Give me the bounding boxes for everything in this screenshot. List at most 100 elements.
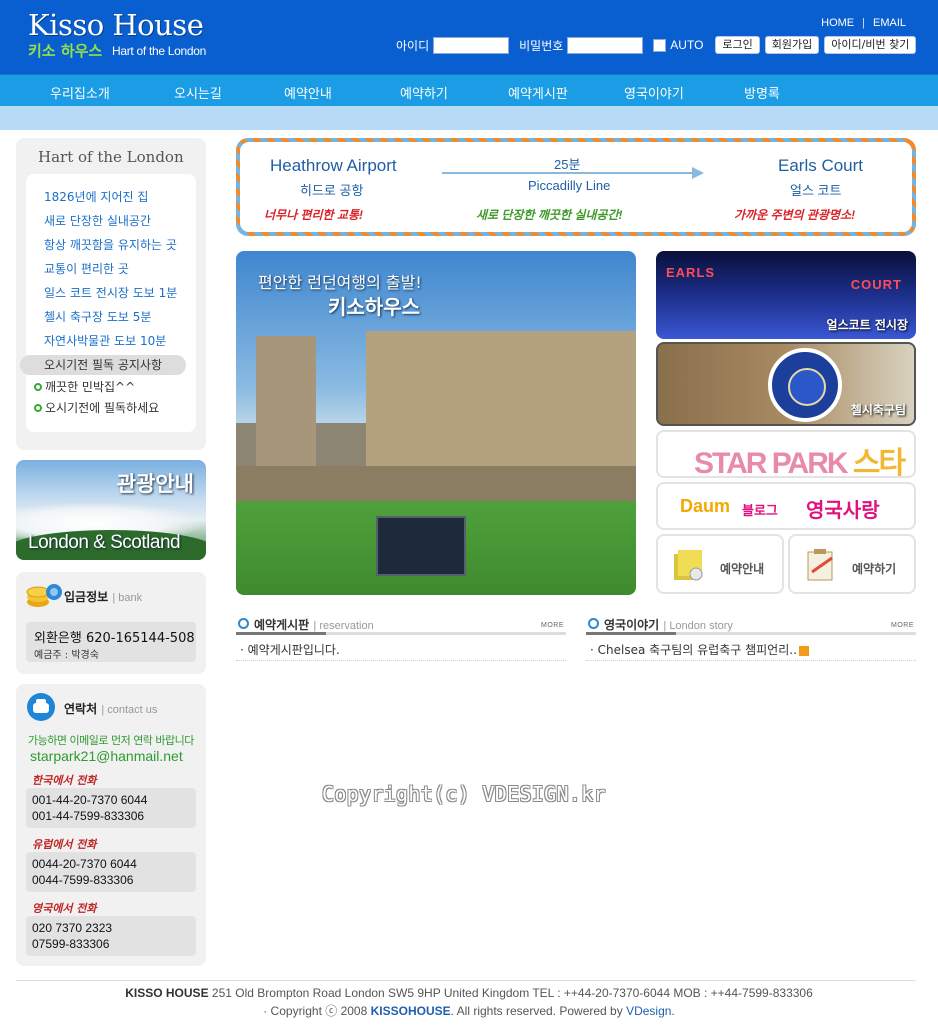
intro-title: Hart of the London [38,148,184,166]
home-link[interactable]: HOME [821,17,854,29]
footer-divider [16,980,916,981]
feature-item[interactable]: 자연사박물관 도보 10분 [44,332,166,349]
phone-number: 020 7370 2323 [32,921,113,935]
arrow-right-icon [442,167,704,179]
to-station-korean: 얼스 코트 [790,183,842,198]
phone-number: 0044-20-7370 6044 [32,857,137,871]
more-button[interactable]: MORE [891,622,914,629]
feature-item[interactable]: 교통이 편리한 곳 [44,260,129,277]
notice-item[interactable]: 깨끗한 민박집^^ [34,378,135,395]
powered-by-link[interactable]: VDesign [626,1004,671,1018]
banner-caption: 첼시축구팀 [850,403,906,417]
feature-item[interactable]: 새로 단장한 실내공간 [44,212,151,229]
notice-title[interactable]: 오시기전 필독 공지사항 [20,355,186,375]
contact-title: 연락처 | contact us [64,702,158,716]
book-now-button[interactable]: 예약하기 [788,534,916,594]
logo-korean: 키소 하우스 [28,42,103,60]
chelsea-banner[interactable]: 첼시축구팀 [656,342,916,426]
sub-nav-bar [0,106,938,130]
feature-item[interactable]: 1826년에 지어진 집 [44,188,148,205]
from-station-korean: 히드로 공항 [300,183,364,198]
feature-item[interactable]: 항상 깨끗함을 유지하는 곳 [44,236,177,253]
notice-item[interactable]: 오시기전에 필독하세요 [34,399,159,416]
bullet-icon [34,383,42,391]
contact-box: 연락처 | contact us 가능하면 이메일로 먼저 연락 바랍니다 st… [16,684,206,966]
email-link[interactable]: EMAIL [873,17,906,29]
circle-icon [588,618,599,629]
main-photo: 편안한 런던여행의 출발! 키소하우스 [236,251,636,595]
list-item[interactable]: · Chelsea 축구팀의 유럽축구 챔피언리.. [586,635,916,661]
slogan: 가까운 주변의 관광명소! [734,208,856,222]
header: Kisso House 키소 하우스 Hart of the London HO… [0,0,938,74]
auto-login-label: AUTO [670,38,704,52]
phone-group-label: 유럽에서 전화 [32,838,97,851]
circle-icon [238,618,249,629]
nav-booking-board[interactable]: 예약게시판 [508,83,568,102]
bank-box: 입금정보 | bank 외환은행 620-165144-508 예금주 : 박경… [16,572,206,674]
login-button[interactable]: 로그인 [715,36,760,54]
nav-about[interactable]: 우리집소개 [50,83,110,102]
account-holder: 예금주 : 박경숙 [34,650,99,661]
password-input[interactable] [567,36,644,54]
find-account-button[interactable]: 아이디/비번 찾기 [824,36,917,54]
bank-title: 입금정보 | bank [64,590,143,604]
auto-login-checkbox[interactable] [653,38,667,52]
footer-copyright: · Copyright ⓒ 2008 KISSOHOUSE. All right… [263,1004,675,1018]
coins-icon [26,584,62,607]
main-photo-title: 키소하우스 [328,295,420,319]
logo[interactable]: Kisso House [28,8,204,42]
id-label: 아이디 [396,38,430,53]
from-station: Heathrow Airport [270,156,397,175]
to-station: Earls Court [778,156,864,175]
password-label: 비밀번호 [519,38,564,53]
nav-uk-story[interactable]: 영국이야기 [624,83,684,102]
phone-group-label: 영국에서 전화 [32,902,97,915]
booking-info-button[interactable]: 예약안내 [656,534,784,594]
tube-line: Piccadilly Line [528,178,611,193]
phone-box: 001-44-20-7370 6044 001-44-7599-833306 [26,788,196,828]
logo-tagline: Hart of the London [112,44,207,58]
feature-item[interactable]: 첼시 축구장 도보 5분 [44,308,151,325]
travel-time: 25분 [554,157,581,172]
id-input[interactable] [433,36,510,54]
banner-caption: 얼스코트 전시장 [826,318,908,332]
tour-subtitle: London & Scotland [28,532,181,553]
route-banner: Heathrow Airport 히드로 공항 25분 Piccadilly L… [236,138,916,236]
phone-icon [27,693,55,721]
top-links: HOME | EMAIL [821,17,906,29]
phone-number: 001-44-7599-833306 [32,809,145,823]
bullet-icon [34,404,42,412]
nav-booking-info[interactable]: 예약안내 [284,83,332,102]
login-form: 아이디 비밀번호 AUTO 로그인 회원가입 아이디/비번 찾기 [396,35,921,55]
list-item[interactable]: · 예약게시판입니다. [236,635,566,661]
tour-title: 관광안내 [116,472,194,496]
feature-item[interactable]: 일스 코트 전시장 도보 1분 [44,284,177,301]
more-button[interactable]: MORE [541,622,564,629]
clipboard-icon [807,549,833,581]
starpark-banner[interactable]: STAR PARK 스타박 [656,430,916,478]
phone-number: 07599-833306 [32,937,110,951]
contact-email[interactable]: starpark21@hanmail.net [30,748,183,764]
main-photo-caption: 편안한 런던여행의 출발! [258,273,422,292]
blog-banner[interactable]: Daum 블로그 영국사랑 [656,482,916,530]
phone-number: 001-44-20-7370 6044 [32,793,148,807]
account-number: 외환은행 620-165144-508 [34,631,195,646]
board-title[interactable]: 영국이야기 | London story [604,616,733,633]
phone-group-label: 한국에서 전화 [32,774,97,787]
chelsea-crest-icon [768,348,842,422]
garden-sign [376,516,466,576]
nav-directions[interactable]: 오시는길 [174,83,222,102]
tour-banner[interactable]: 관광안내 London & Scotland [16,460,206,560]
watermark: Copyright(c) VDESIGN.kr [322,782,606,806]
account-box: 외환은행 620-165144-508 예금주 : 박경숙 [26,622,196,662]
join-button[interactable]: 회원가입 [764,36,820,54]
nav-guestbook[interactable]: 방명록 [744,83,780,102]
nav-book[interactable]: 예약하기 [400,83,448,102]
earls-court-banner[interactable]: EARLS COURT 얼스코트 전시장 [656,251,916,339]
phone-box: 0044-20-7370 6044 0044-7599-833306 [26,852,196,892]
main-nav: 우리집소개 오시는길 예약안내 예약하기 예약게시판 영국이야기 방명록 [0,74,938,106]
board-title[interactable]: 예약게시판 | reservation [254,616,374,633]
contact-note: 가능하면 이메일로 먼저 연락 바랍니다 [28,734,194,747]
reservation-board: 예약게시판 | reservation MORE · 예약게시판입니다. [236,614,566,661]
daum-logo: Daum [680,496,731,516]
